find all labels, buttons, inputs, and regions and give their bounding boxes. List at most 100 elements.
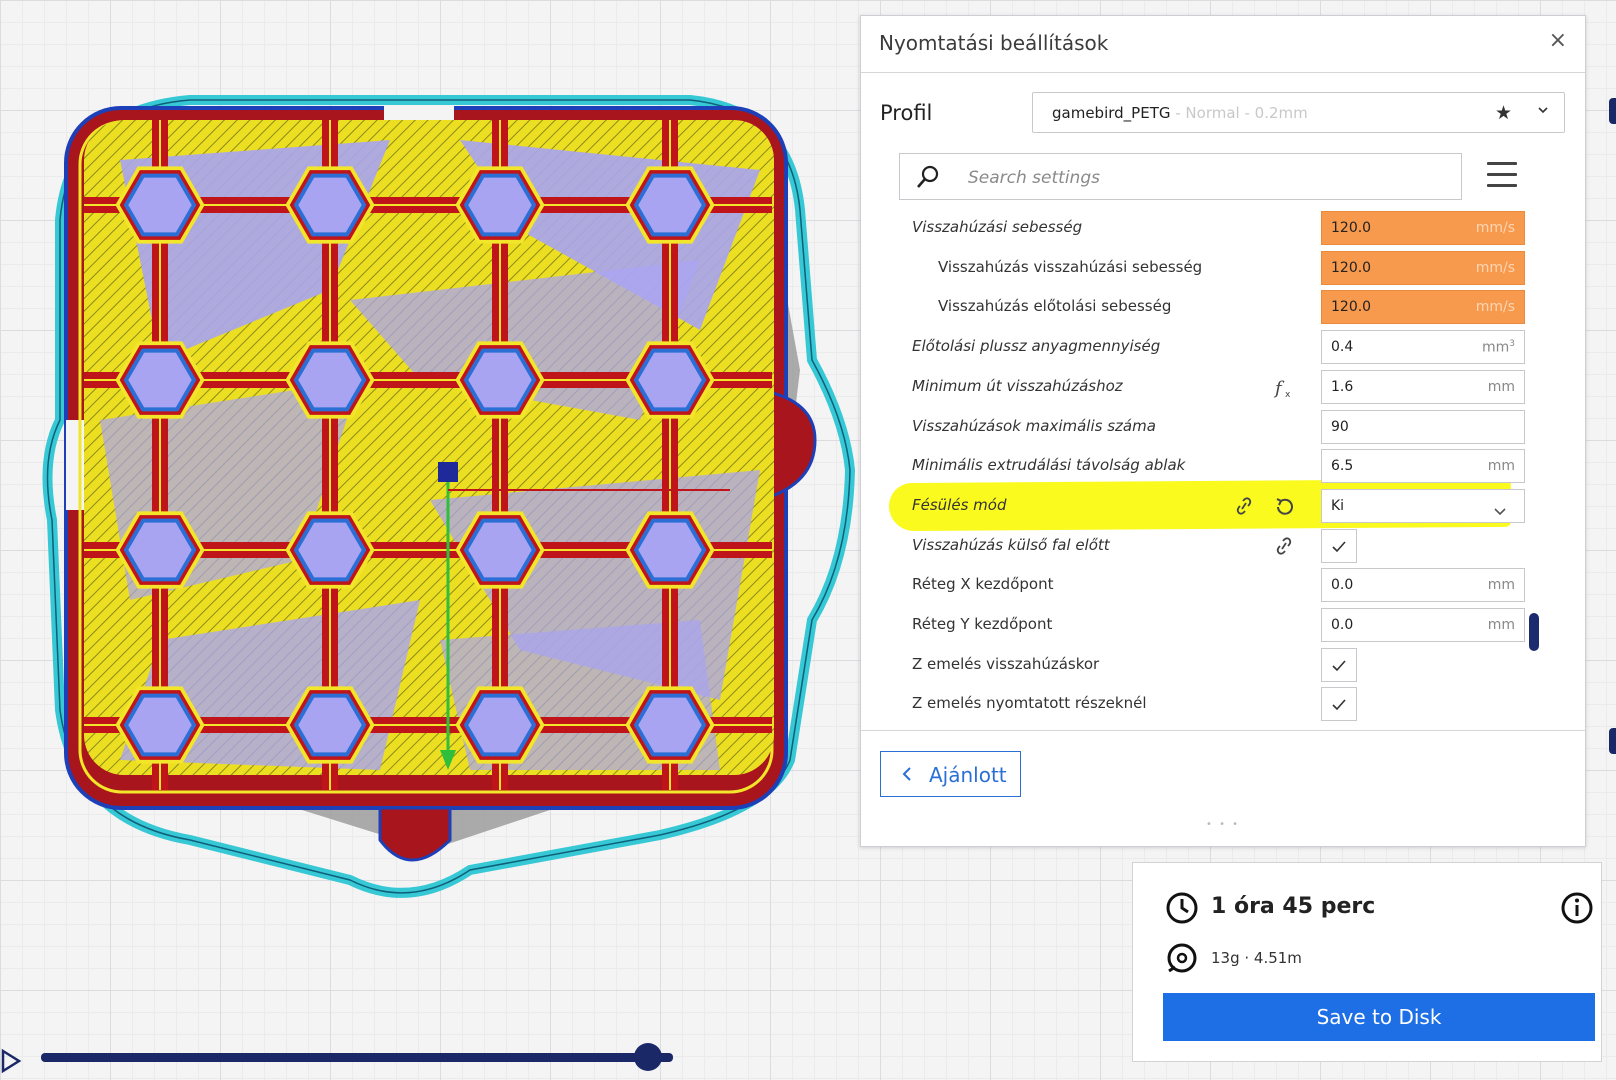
resize-handle-icon[interactable]: • • • bbox=[1206, 819, 1240, 830]
setting-label: Z emelés visszahúzáskor bbox=[912, 654, 1100, 673]
setting-row: Z emelés visszahúzáskor bbox=[861, 645, 1561, 685]
unit-text: mm bbox=[1487, 617, 1515, 633]
setting-input[interactable]: 90 bbox=[1321, 409, 1525, 444]
print-time: 1 óra 45 perc bbox=[1211, 894, 1376, 919]
hex-cell-hole bbox=[293, 348, 367, 412]
setting-value: 0.0 bbox=[1331, 577, 1354, 594]
setting-value: 0.0 bbox=[1331, 617, 1354, 633]
setting-row: Fésülés mód Ki bbox=[861, 486, 1561, 526]
panel-title: Nyomtatási beállítások bbox=[879, 31, 1109, 55]
unit-superscript: 3 bbox=[1509, 339, 1515, 350]
setting-checkbox[interactable] bbox=[1321, 687, 1357, 722]
chevron-down-icon bbox=[1538, 107, 1548, 114]
star-icon[interactable]: ★ bbox=[1495, 102, 1512, 124]
setting-unit: mm3 bbox=[1482, 339, 1515, 356]
function-icon[interactable]: fx bbox=[1273, 377, 1295, 403]
setting-label: Visszahúzások maximális száma bbox=[912, 416, 1156, 435]
layer-preview-viewport[interactable] bbox=[0, 0, 870, 1010]
setting-label: Visszahúzás külső fal előtt bbox=[912, 535, 1110, 554]
setting-row: Visszahúzás visszahúzási sebesség 120.0 mm… bbox=[861, 248, 1561, 288]
material-usage: 13g · 4.51m bbox=[1211, 949, 1302, 967]
setting-checkbox[interactable] bbox=[1321, 647, 1357, 682]
hex-cell-hole bbox=[123, 348, 197, 412]
setting-input[interactable]: 6.5 mm bbox=[1321, 449, 1525, 484]
link-icon[interactable] bbox=[1273, 536, 1295, 560]
setting-row: Minimum út visszahúzáshoz f x 1.6 mm bbox=[861, 367, 1561, 407]
layer-slider-handle[interactable] bbox=[633, 1043, 662, 1071]
scrollbar-thumb[interactable] bbox=[1529, 613, 1539, 651]
setting-unit: mm bbox=[1488, 617, 1515, 633]
print-settings-panel: Nyomtatási beállítások × Profil gamebird… bbox=[860, 15, 1586, 847]
setting-row: Előtolási plussz anyagmennyiség 0.4 mm3 bbox=[861, 327, 1561, 367]
setting-label: Réteg X kezdőpont bbox=[912, 575, 1054, 594]
hex-cell-hole bbox=[633, 518, 707, 582]
unit-text: mm/s bbox=[1475, 220, 1515, 236]
setting-row: Réteg X kezdőpont 0.0 mm bbox=[861, 565, 1561, 605]
unit-text: mm bbox=[1481, 339, 1510, 356]
setting-input[interactable]: 1.6 mm bbox=[1321, 369, 1525, 404]
profile-dropdown[interactable]: gamebird_PETG - Normal - 0.2mm ★ bbox=[1032, 92, 1565, 133]
setting-value: 6.5 bbox=[1331, 458, 1354, 475]
reset-icon[interactable] bbox=[1273, 496, 1295, 522]
hex-cell-hole bbox=[123, 518, 197, 582]
setting-value: 120.0 bbox=[1331, 299, 1372, 316]
setting-input[interactable]: 0.4 mm3 bbox=[1321, 330, 1525, 365]
search-box bbox=[899, 153, 1462, 200]
setting-label: Minimum út visszahúzáshoz bbox=[912, 376, 1123, 395]
svg-text:x: x bbox=[1285, 390, 1291, 399]
setting-label: Z emelés nyomtatott részeknél bbox=[912, 694, 1147, 713]
hex-cell-hole bbox=[293, 173, 367, 237]
setting-input[interactable]: 0.0 mm bbox=[1321, 568, 1525, 603]
unit-text: mm bbox=[1487, 577, 1515, 594]
recommended-label: Ajánlott bbox=[929, 763, 1007, 787]
setting-label: Fésülés mód bbox=[912, 495, 1007, 514]
setting-unit: mm bbox=[1488, 379, 1515, 395]
setting-input[interactable]: 120.0 mm/s bbox=[1321, 250, 1525, 285]
setting-input[interactable]: 120.0 mm/s bbox=[1321, 290, 1525, 325]
info-icon[interactable] bbox=[1560, 891, 1594, 925]
view-edge-marker bbox=[1609, 728, 1616, 754]
setting-checkbox[interactable] bbox=[1321, 528, 1357, 563]
setting-value: 0.4 bbox=[1331, 339, 1354, 356]
setting-value: 1.6 bbox=[1331, 378, 1354, 395]
setting-value: 90 bbox=[1331, 418, 1349, 435]
layer-slider-track[interactable] bbox=[41, 1053, 673, 1062]
close-icon[interactable]: × bbox=[1549, 28, 1567, 53]
setting-label: Előtolási plussz anyagmennyiség bbox=[912, 337, 1161, 356]
search-input[interactable] bbox=[966, 164, 1440, 192]
chevron-left-icon bbox=[902, 767, 911, 781]
hex-cell-hole bbox=[463, 518, 537, 582]
hex-cell-hole bbox=[123, 173, 197, 237]
svg-text:f: f bbox=[1273, 378, 1285, 399]
setting-input[interactable]: 120.0 mm/s bbox=[1321, 211, 1525, 245]
hex-cell-hole bbox=[633, 693, 707, 757]
setting-input[interactable]: 0.0 mm bbox=[1321, 608, 1525, 642]
search-icon bbox=[917, 165, 939, 188]
setting-value: 120.0 bbox=[1331, 220, 1372, 236]
setting-unit: mm bbox=[1488, 577, 1515, 593]
setting-row: Visszahúzások maximális száma 90 bbox=[861, 407, 1561, 447]
setting-unit: mm/s bbox=[1476, 220, 1515, 236]
recommended-button[interactable]: Ajánlott bbox=[880, 751, 1021, 797]
settings-list[interactable]: Visszahúzási sebesség 120.0 mm/s Visszahúzá… bbox=[861, 208, 1561, 730]
setting-row: Visszahúzás külső fal előtt bbox=[861, 526, 1561, 566]
menu-icon[interactable] bbox=[1487, 162, 1517, 188]
setting-unit: mm/s bbox=[1476, 260, 1515, 276]
setting-label: Visszahúzás visszahúzási sebesség bbox=[938, 257, 1203, 276]
chevron-down-icon bbox=[1494, 502, 1506, 521]
setting-row: Z emelés nyomtatott részeknél bbox=[861, 684, 1561, 724]
profile-name: gamebird_PETG bbox=[1052, 104, 1171, 122]
unit-text: mm/s bbox=[1475, 259, 1515, 276]
save-to-disk-button[interactable]: Save to Disk bbox=[1163, 993, 1595, 1041]
hex-cell-hole bbox=[463, 693, 537, 757]
hex-cell-hole bbox=[293, 518, 367, 582]
profile-quality: - Normal - 0.2mm bbox=[1170, 104, 1308, 122]
play-icon[interactable] bbox=[0, 1048, 22, 1074]
setting-row: Visszahúzási sebesség 120.0 mm/s bbox=[861, 208, 1561, 248]
link-icon[interactable] bbox=[1233, 496, 1255, 520]
unit-text: mm bbox=[1487, 378, 1515, 395]
setting-dropdown[interactable]: Ki bbox=[1321, 488, 1525, 523]
setting-row: Réteg Y kezdőpont 0.0 mm bbox=[861, 605, 1561, 645]
setting-row: Minimális extrudálási távolság ablak 6.5 m… bbox=[861, 446, 1561, 486]
hex-cell-hole bbox=[633, 348, 707, 412]
